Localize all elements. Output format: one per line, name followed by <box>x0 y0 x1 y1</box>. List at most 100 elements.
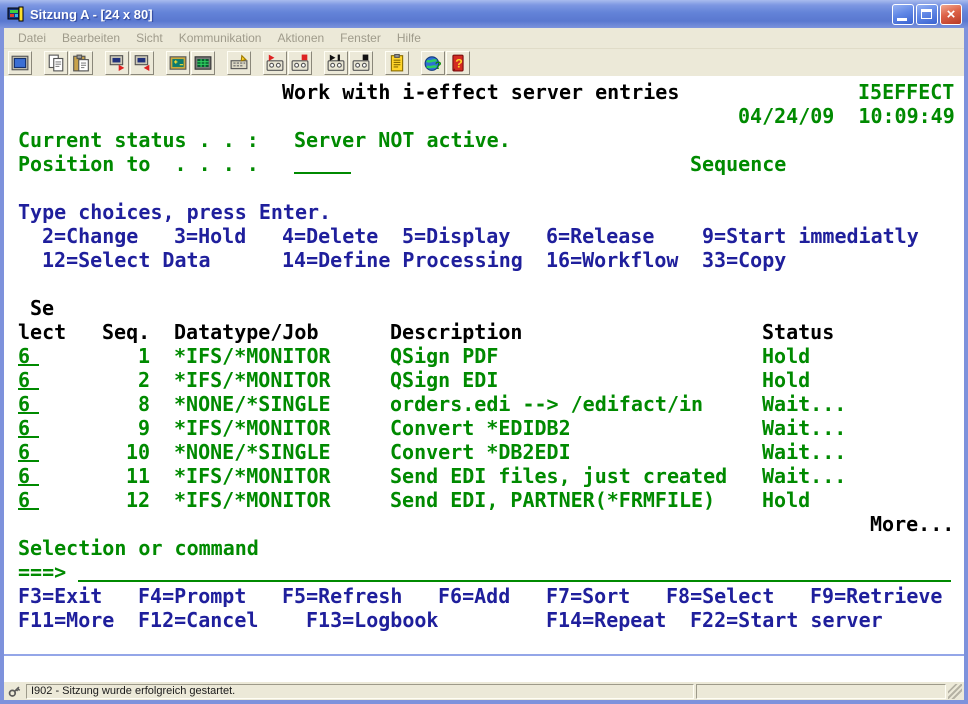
terminal-text: QSign EDI <box>390 368 498 392</box>
terminal-text: 2 <box>138 368 150 392</box>
terminal-text: Send EDI files, just created <box>390 464 727 488</box>
terminal-text: F14=Repeat <box>546 608 666 632</box>
option-input[interactable]: 6 <box>18 344 39 366</box>
terminal-text: F3=Exit <box>18 584 102 608</box>
record-stop-icon[interactable] <box>288 51 312 75</box>
send-file-icon[interactable] <box>105 51 129 75</box>
terminal-text: 16=Workflow <box>546 248 678 272</box>
keyboard-setup-icon[interactable] <box>227 51 251 75</box>
svg-text:?: ? <box>455 56 463 70</box>
option-input[interactable]: 6 <box>18 416 39 438</box>
display-session-icon[interactable] <box>8 51 32 75</box>
terminal-text: 9 <box>138 416 150 440</box>
menu-fenster[interactable]: Fenster <box>332 29 389 47</box>
svg-text:?: ? <box>435 60 442 72</box>
minimize-button[interactable] <box>892 4 914 25</box>
menu-bearbeiten[interactable]: Bearbeiten <box>54 29 128 47</box>
titlebar[interactable]: Sitzung A - [24 x 80] × <box>0 0 968 28</box>
terminal-text: 12=Select Data <box>42 248 211 272</box>
option-input[interactable]: 6 <box>18 368 39 390</box>
menu-kommunikation[interactable]: Kommunikation <box>171 29 270 47</box>
minimize-icon <box>897 18 907 21</box>
record-macro-icon[interactable] <box>263 51 287 75</box>
terminal-text: Convert *DB2EDI <box>390 440 571 464</box>
terminal-screen[interactable]: Work with i-effect server entries I5EFFEC… <box>4 76 964 682</box>
display-setup-icon[interactable] <box>166 51 190 75</box>
terminal-text: 2=Change <box>42 224 138 248</box>
terminal-text: Convert *EDIDB2 <box>390 416 571 440</box>
terminal-text: Se <box>30 296 54 320</box>
terminal-text: 10 <box>126 440 150 464</box>
terminal-text: 11 <box>126 464 150 488</box>
color-setup-icon[interactable] <box>191 51 215 75</box>
terminal-text: F9=Retrieve <box>810 584 942 608</box>
terminal-text: Work with i-effect server entries <box>282 80 679 104</box>
receive-file-icon[interactable] <box>130 51 154 75</box>
terminal-text: F13=Logbook <box>306 608 438 632</box>
copy-icon[interactable] <box>44 51 68 75</box>
terminal-text: *IFS/*MONITOR <box>174 464 331 488</box>
terminal-text: Current status . . : <box>18 128 259 152</box>
terminal-text: *NONE/*SINGLE <box>174 392 331 416</box>
status-message: I902 - Sitzung wurde erfolgreich gestart… <box>26 684 694 699</box>
play-macro-icon[interactable] <box>324 51 348 75</box>
terminal-text: *NONE/*SINGLE <box>174 440 331 464</box>
terminal-text: 8 <box>138 392 150 416</box>
paste-icon[interactable] <box>69 51 93 75</box>
terminal-text: F6=Add <box>438 584 510 608</box>
menu-aktionen[interactable]: Aktionen <box>269 29 332 47</box>
status-panel-empty <box>696 684 946 699</box>
terminal-text: Position to . . . . <box>18 152 259 176</box>
command-input[interactable] <box>78 560 951 582</box>
resize-grip[interactable] <box>948 684 962 699</box>
terminal-text: 1 <box>138 344 150 368</box>
option-input[interactable]: 6 <box>18 464 39 486</box>
terminal-text: F12=Cancel <box>138 608 258 632</box>
terminal-text: Send EDI, PARTNER(*FRMFILE) <box>390 488 715 512</box>
terminal-text: More... <box>870 512 954 536</box>
help-icon[interactable]: ? <box>446 51 470 75</box>
close-button[interactable]: × <box>940 4 962 25</box>
statusbar: I902 - Sitzung wurde erfolgreich gestart… <box>4 682 964 700</box>
menubar: Datei Bearbeiten Sicht Kommunikation Akt… <box>4 28 964 49</box>
close-icon: × <box>941 5 961 24</box>
terminal-text: Type choices, press Enter. <box>18 200 331 224</box>
terminal-text: F5=Refresh <box>282 584 402 608</box>
terminal-text: F4=Prompt <box>138 584 246 608</box>
terminal-text: F7=Sort <box>546 584 630 608</box>
terminal-text: I5EFFECT <box>858 80 954 104</box>
terminal-text: *IFS/*MONITOR <box>174 416 331 440</box>
option-input[interactable]: 6 <box>18 488 39 510</box>
terminal-text: Wait... <box>762 464 846 488</box>
terminal-text: 6=Release <box>546 224 654 248</box>
terminal-text: Description <box>390 320 522 344</box>
terminal-text: Status <box>762 320 834 344</box>
terminal-text: Seq. <box>102 320 150 344</box>
terminal-text: *IFS/*MONITOR <box>174 368 331 392</box>
terminal-text: Server NOT active. <box>294 128 511 152</box>
connection-key-icon <box>6 684 24 699</box>
toolbar: ?? <box>4 49 964 76</box>
option-input[interactable]: 6 <box>18 392 39 414</box>
play-stop-icon[interactable] <box>349 51 373 75</box>
position-to-input[interactable] <box>294 152 351 174</box>
terminal-text: 14=Define Processing <box>282 248 523 272</box>
terminal-text: F11=More <box>18 608 114 632</box>
terminal-text: Hold <box>762 368 810 392</box>
web-help-icon[interactable]: ? <box>421 51 445 75</box>
terminal-text: 4=Delete <box>282 224 378 248</box>
menu-hilfe[interactable]: Hilfe <box>389 29 429 47</box>
terminal-text: 5=Display <box>402 224 510 248</box>
terminal-text: Datatype/Job <box>174 320 319 344</box>
terminal-text: Hold <box>762 488 810 512</box>
edit-macro-icon[interactable] <box>385 51 409 75</box>
terminal-text: 9=Start immediatly <box>702 224 919 248</box>
option-input[interactable]: 6 <box>18 440 39 462</box>
terminal-text: Wait... <box>762 416 846 440</box>
maximize-button[interactable] <box>916 4 938 25</box>
terminal-text: Wait... <box>762 392 846 416</box>
menu-datei[interactable]: Datei <box>10 29 54 47</box>
menu-sicht[interactable]: Sicht <box>128 29 171 47</box>
terminal-text: 04/24/09 10:09:49 <box>738 104 955 128</box>
terminal-text: 33=Copy <box>702 248 786 272</box>
